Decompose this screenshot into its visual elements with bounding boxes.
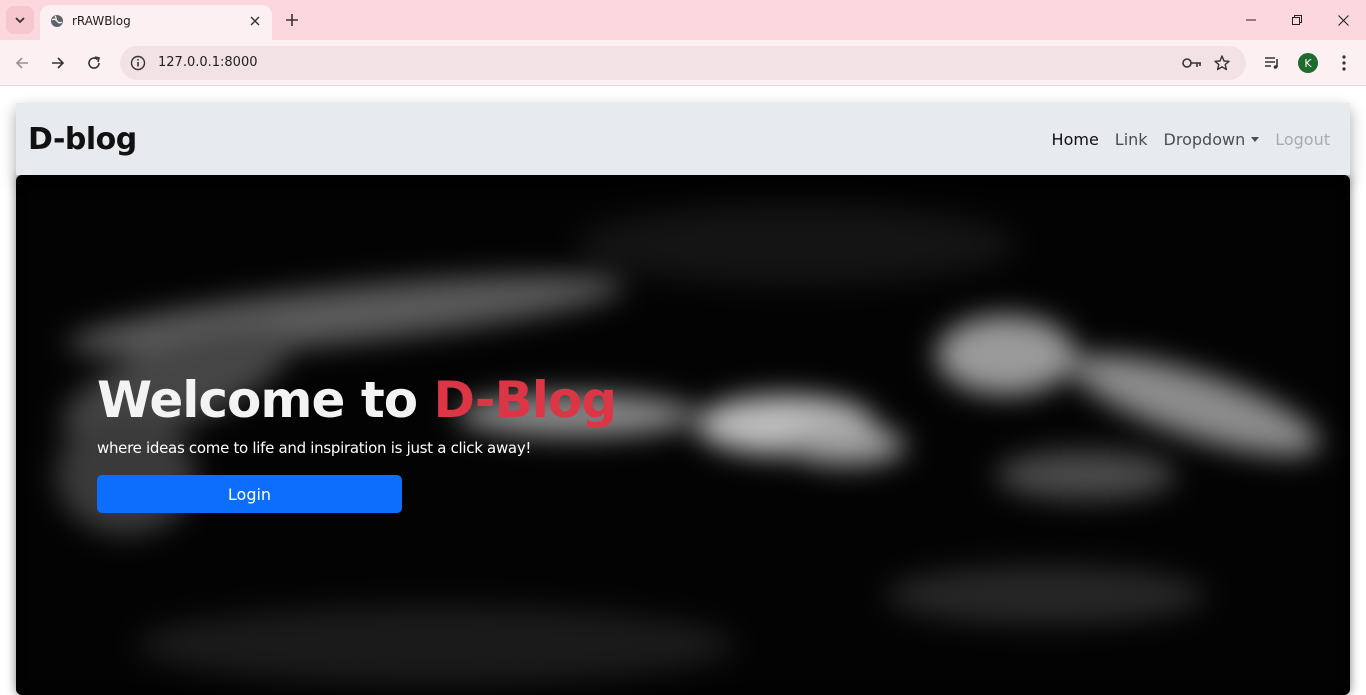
key-icon [1182,58,1201,68]
arrow-right-icon [52,57,65,69]
tab-title: rRAWBlog [72,14,131,28]
close-icon [1337,14,1349,26]
star-icon [1214,55,1230,71]
password-manager-button[interactable] [1182,53,1202,73]
plus-icon [286,14,298,26]
login-button[interactable]: Login [97,475,402,513]
restore-button[interactable] [1274,0,1320,40]
restore-icon [1292,15,1302,25]
site-brand[interactable]: D-blog [28,122,137,157]
browser-menu-button[interactable] [1330,49,1358,77]
site-info-button[interactable] [128,53,148,73]
tab-search-button[interactable] [6,6,34,34]
address-bar[interactable]: 127.0.0.1:8000 [120,46,1246,80]
nav-link-logout[interactable]: Logout [1275,130,1330,149]
globe-icon [51,15,63,27]
back-button[interactable] [8,49,36,77]
reload-icon [88,56,100,69]
reload-button[interactable] [80,49,108,77]
hero-section: Welcome to D-Blog where ideas come to li… [16,175,1350,695]
forward-button[interactable] [44,49,72,77]
tab-strip: rRAWBlog [0,0,1366,40]
browser-toolbar: 127.0.0.1:8000 K [0,40,1366,86]
nav-link-home[interactable]: Home [1052,130,1099,149]
url-text[interactable]: 127.0.0.1:8000 [158,55,258,70]
arrow-left-icon [15,57,28,69]
hero-title: Welcome to D-Blog [97,371,618,429]
hero-title-prefix: Welcome to [97,371,434,429]
minimize-icon [1246,19,1256,21]
kebab-menu-icon [1342,55,1346,71]
caret-down-icon [1251,137,1260,142]
profile-button[interactable]: K [1294,49,1322,77]
bookmark-button[interactable] [1212,53,1232,73]
chevron-down-icon [15,17,25,24]
close-window-button[interactable] [1320,0,1366,40]
page-viewport: D-blog Home Link Dropdown Logout Welcome… [0,87,1366,695]
playlist-icon [1265,57,1278,69]
minimize-button[interactable] [1228,0,1274,40]
close-icon [250,16,260,26]
tab-close-button[interactable] [246,12,264,30]
avatar: K [1298,53,1318,73]
nav-dropdown-toggle[interactable]: Dropdown [1164,130,1260,149]
browser-tab[interactable]: rRAWBlog [40,5,272,40]
hero-content: Welcome to D-Blog where ideas come to li… [97,371,618,513]
nav-dropdown-label: Dropdown [1163,130,1246,149]
nav-link-link[interactable]: Link [1115,130,1148,149]
media-controls-button[interactable] [1258,49,1286,77]
new-tab-button[interactable] [280,8,304,32]
nav-links: Home Link Dropdown Logout [1052,130,1330,149]
info-icon [130,55,146,71]
hero-title-accent: D-Blog [433,371,618,429]
site-navbar: D-blog Home Link Dropdown Logout [16,103,1350,175]
hero-subtitle: where ideas come to life and inspiration… [97,439,532,457]
